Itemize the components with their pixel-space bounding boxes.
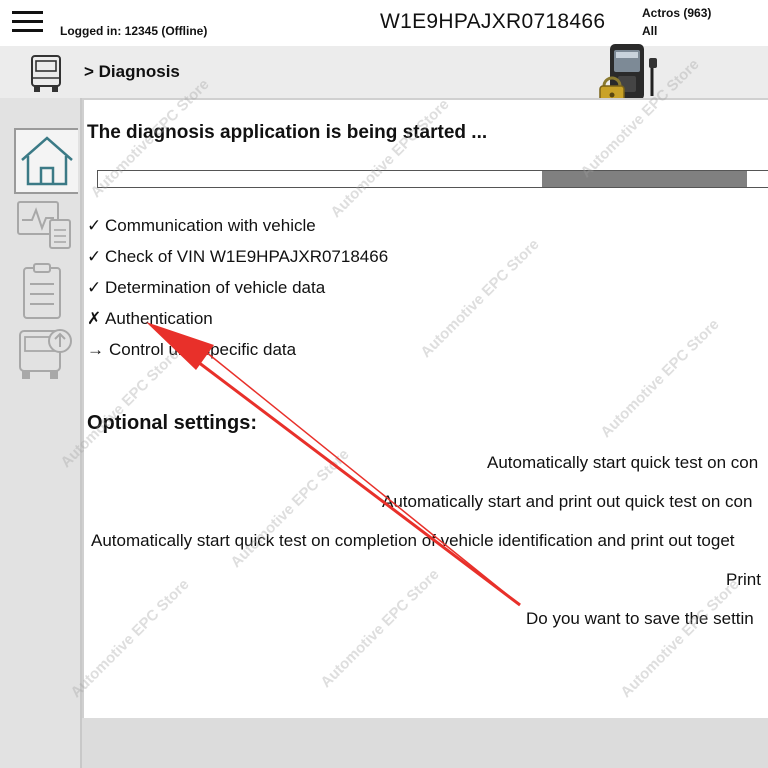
truck-icon[interactable] bbox=[24, 54, 68, 94]
step-item: ✓ Communication with vehicle bbox=[87, 216, 316, 236]
sidebar-item-home[interactable] bbox=[14, 128, 78, 194]
step-label: Determination of vehicle data bbox=[105, 278, 326, 297]
option-auto-quick-test[interactable]: Automatically start quick test on con bbox=[487, 453, 758, 473]
hamburger-menu-icon[interactable] bbox=[12, 11, 43, 33]
option-save-settings[interactable]: Do you want to save the settin bbox=[526, 609, 754, 629]
vehicle-model-name: Actros (963) bbox=[642, 6, 712, 20]
check-icon: ✓ bbox=[87, 247, 102, 266]
progress-bar bbox=[97, 170, 768, 188]
check-icon: ✓ bbox=[87, 216, 102, 235]
step-label: Control unit-specific data bbox=[109, 340, 297, 359]
step-item: ✓ Check of VIN W1E9HPAJXR0718466 bbox=[87, 247, 388, 267]
step-item-pending: → Control unit-specific data bbox=[87, 340, 296, 360]
progress-bar-fill bbox=[542, 171, 747, 187]
breadcrumb: > Diagnosis bbox=[84, 62, 180, 81]
sidebar-item-reports[interactable] bbox=[14, 262, 76, 324]
option-print[interactable]: Print bbox=[726, 570, 761, 590]
sidebar-item-update[interactable] bbox=[14, 325, 76, 387]
sidebar-item-diagnosis[interactable] bbox=[14, 198, 76, 260]
step-label: Check of VIN W1E9HPAJXR0718466 bbox=[105, 247, 389, 266]
vehicle-model-variant: All bbox=[642, 24, 658, 38]
step-item-failed: ✗ Authentication bbox=[87, 309, 213, 329]
page-title: The diagnosis application is being start… bbox=[87, 122, 488, 143]
option-auto-print-quick-test[interactable]: Automatically start and print out quick … bbox=[382, 492, 752, 512]
optional-settings-heading: Optional settings: bbox=[87, 412, 257, 434]
arrow-right-icon: → bbox=[87, 340, 104, 359]
home-icon bbox=[21, 136, 73, 186]
option-auto-quick-test-after-identification[interactable]: Automatically start quick test on comple… bbox=[91, 531, 735, 551]
step-label: Communication with vehicle bbox=[105, 216, 316, 235]
vehicle-model: Actros (963) All bbox=[642, 4, 711, 40]
truck-update-icon bbox=[19, 329, 72, 379]
login-status: Logged in: 12345 (Offline) bbox=[60, 24, 208, 38]
step-label: Authentication bbox=[105, 309, 213, 328]
cross-icon: ✗ bbox=[87, 309, 102, 328]
check-icon: ✓ bbox=[87, 278, 102, 297]
bottom-bar bbox=[82, 718, 768, 768]
clipboard-icon bbox=[23, 263, 61, 319]
step-item: ✓ Determination of vehicle data bbox=[87, 278, 325, 298]
vehicle-vin: W1E9HPAJXR0718466 bbox=[380, 10, 606, 33]
diagnosis-chart-icon bbox=[17, 201, 71, 249]
